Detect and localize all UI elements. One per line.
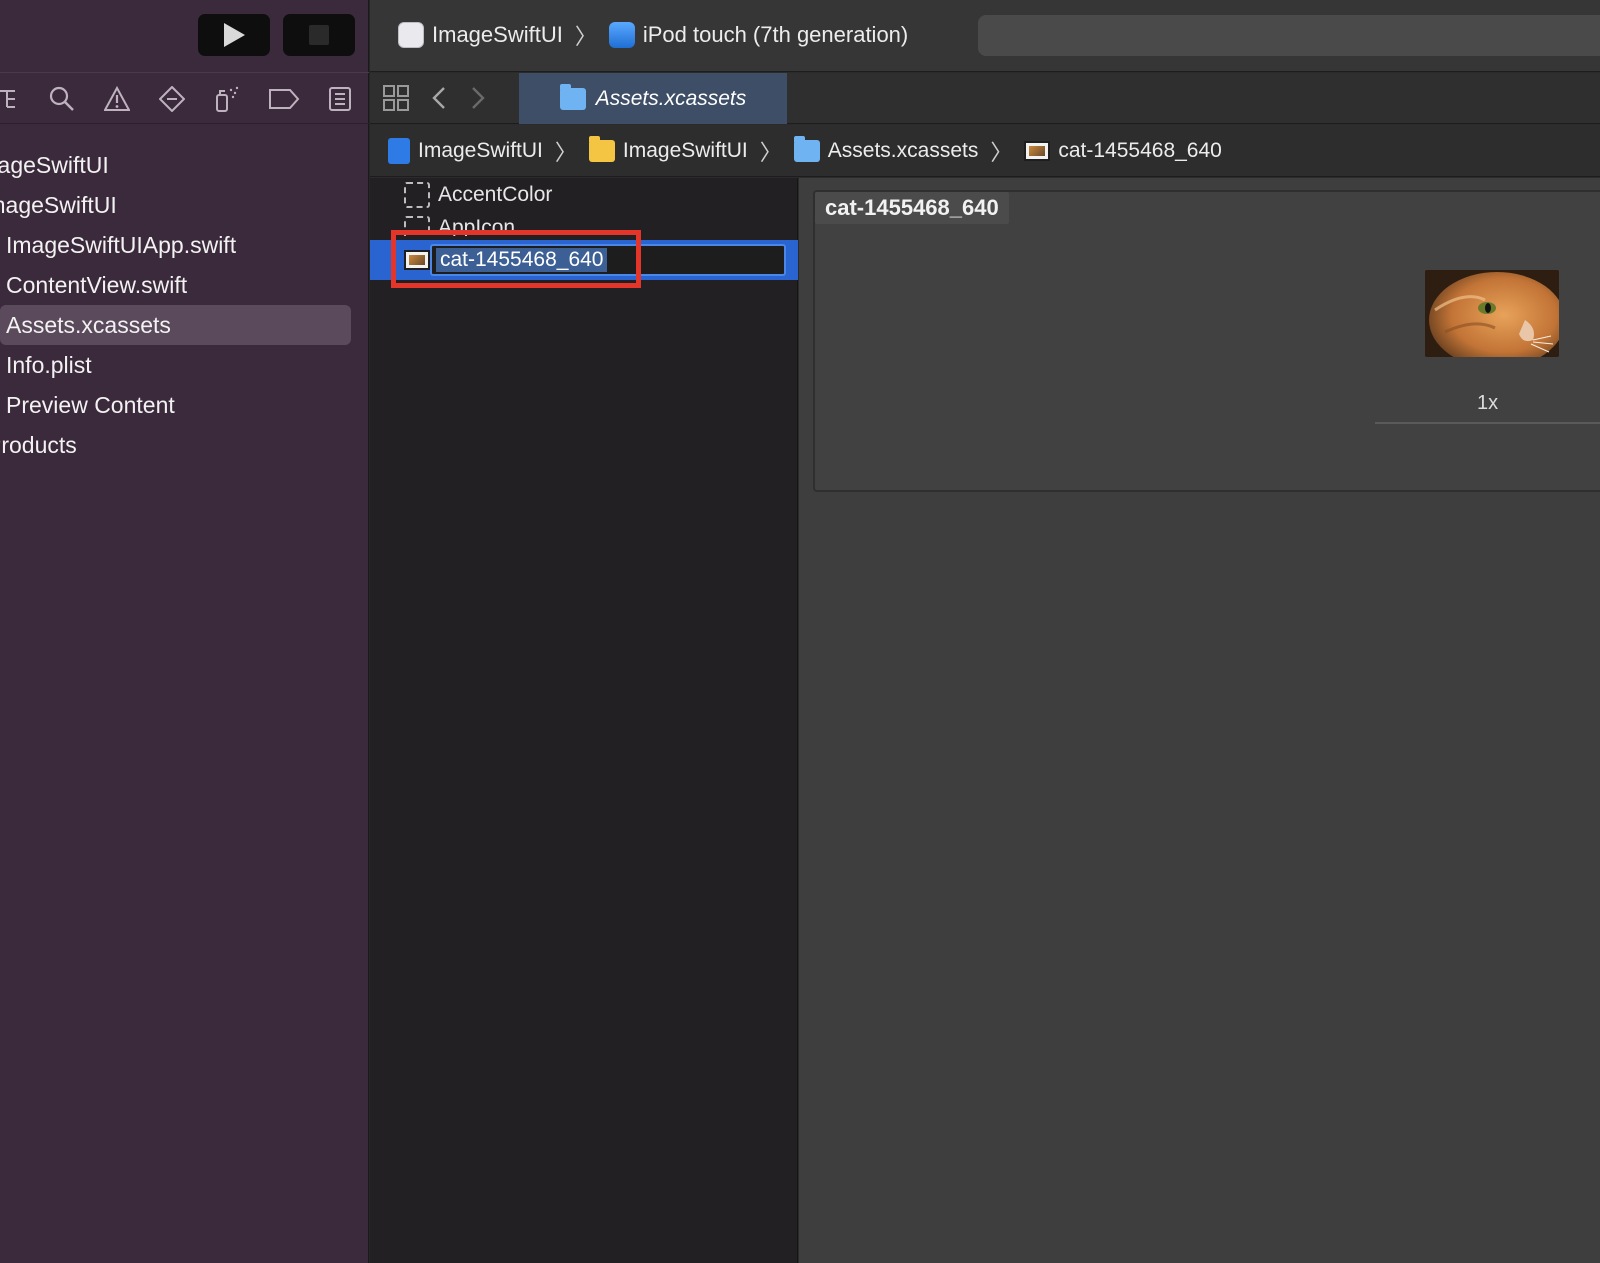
color-set-icon [404, 182, 430, 208]
hierarchy-icon[interactable] [0, 85, 22, 113]
window-toolbar: ImageSwiftUI 〉 iPod touch (7th generatio… [370, 0, 1600, 72]
tree-item-contentview[interactable]: ContentView.swift [6, 265, 187, 305]
image-set-icon [1024, 140, 1051, 161]
scheme-selector[interactable]: ImageSwiftUI 〉 iPod touch (7th generatio… [398, 18, 908, 52]
stop-icon [309, 25, 329, 45]
simulator-device-icon [608, 22, 635, 48]
tab-assets-label: Assets.xcassets [595, 86, 747, 110]
debug-spray-icon[interactable] [213, 85, 241, 113]
breadcrumb: ImageSwiftUI 〉 ImageSwiftUI 〉 Assets.xca… [370, 125, 1600, 177]
forward-chevron-icon[interactable] [464, 84, 492, 112]
chevron-right-icon: 〉 [990, 139, 1013, 165]
test-diamond-icon[interactable] [158, 85, 186, 113]
slot-divider [1375, 422, 1600, 424]
breadcrumb-assets[interactable]: Assets.xcassets [828, 139, 979, 163]
tree-item-group[interactable]: ImageSwiftUI [0, 185, 117, 225]
asset-catalog-icon [793, 135, 820, 162]
chevron-right-icon: 〉 [574, 24, 597, 49]
tree-item-products[interactable]: Products [0, 425, 77, 465]
back-chevron-icon[interactable] [425, 84, 453, 112]
app-target-icon [398, 22, 424, 48]
tab-assets[interactable]: Assets.xcassets [519, 73, 787, 124]
asset-item-appicon[interactable]: AppIcon [370, 212, 798, 236]
chevron-right-icon: 〉 [554, 139, 577, 165]
tab-bar: Assets.xcassets [370, 73, 1600, 124]
asset-item-cat-image[interactable]: cat-1455468_640 [370, 240, 798, 280]
project-navigator-panel: ImageSwiftUI ImageSwiftUI ImageSwiftUIAp… [0, 0, 369, 1263]
asset-item-label: AccentColor [438, 183, 553, 206]
stop-button[interactable] [283, 14, 355, 56]
tree-item-assets[interactable]: Assets.xcassets [0, 305, 351, 345]
project-icon [388, 137, 410, 164]
tree-item-info-plist[interactable]: Info.plist [6, 345, 92, 385]
breadcrumb-project[interactable]: ImageSwiftUI [418, 139, 543, 163]
rename-field[interactable]: cat-1455468_640 [430, 244, 786, 276]
image-set-card: cat-1455468_640 1x [813, 190, 1600, 492]
tree-item-preview-content[interactable]: Preview Content [6, 385, 175, 425]
cat-image-thumbnail[interactable] [1425, 270, 1559, 357]
navigator-selector-bar [0, 72, 369, 124]
tree-item-app-swift[interactable]: ImageSwiftUIApp.swift [6, 225, 242, 265]
run-button[interactable] [198, 14, 270, 56]
play-icon [224, 23, 245, 47]
asset-item-label: AppIcon [438, 216, 516, 236]
run-toolbar [0, 0, 369, 72]
tree-item-project[interactable]: ImageSwiftUI [0, 145, 109, 185]
asset-list: AccentColor AppIcon cat-1455468_640 [370, 178, 798, 1263]
image-set-icon [404, 250, 430, 270]
activity-viewer [978, 15, 1600, 56]
related-items-grid-icon[interactable] [382, 84, 410, 112]
scale-1x-label: 1x [1477, 392, 1499, 414]
asset-catalog-icon [559, 83, 586, 110]
asset-detail-pane: cat-1455468_640 1x [799, 178, 1600, 1263]
breakpoint-tag-icon[interactable] [268, 85, 300, 113]
search-icon[interactable] [48, 85, 76, 113]
asset-item-accentcolor[interactable]: AccentColor [370, 178, 798, 212]
app-icon-set-icon [404, 216, 430, 236]
editor-area: ImageSwiftUI 〉 iPod touch (7th generatio… [370, 0, 1600, 1263]
scheme-target-label: ImageSwiftUI [432, 22, 563, 47]
rename-field-value: cat-1455468_640 [436, 248, 608, 272]
breadcrumb-image[interactable]: cat-1455468_640 [1058, 139, 1221, 163]
folder-icon [588, 135, 615, 162]
image-set-title[interactable]: cat-1455468_640 [815, 192, 1009, 224]
warning-icon[interactable] [103, 85, 131, 113]
report-list-icon[interactable] [326, 85, 354, 113]
device-label: iPod touch (7th generation) [642, 22, 909, 47]
chevron-right-icon: 〉 [759, 139, 782, 165]
breadcrumb-group[interactable]: ImageSwiftUI [623, 139, 748, 163]
